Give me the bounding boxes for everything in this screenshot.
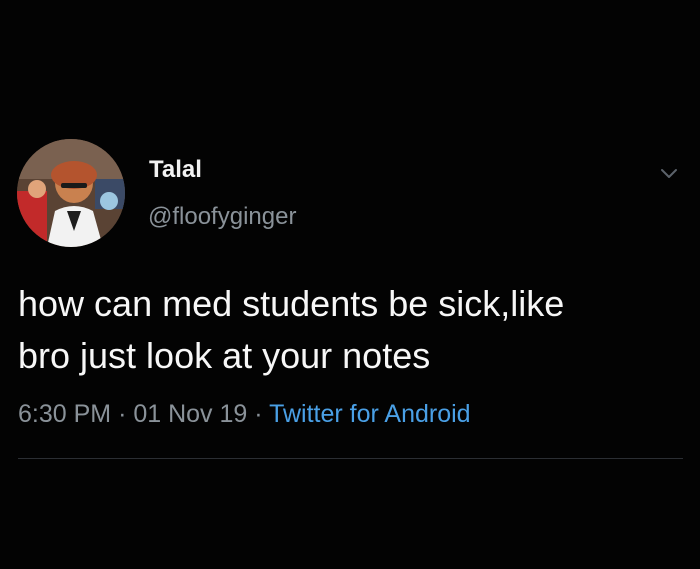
tweet-time[interactable]: 6:30 PM — [18, 400, 111, 428]
chevron-down-icon[interactable] — [654, 158, 684, 188]
tweet-source-link[interactable]: Twitter for Android — [269, 400, 470, 428]
avatar-image — [17, 139, 125, 247]
user-handle[interactable]: @floofyginger — [148, 203, 296, 231]
tweet-text-line: bro just look at your notes — [18, 335, 431, 376]
tweet-meta: 6:30 PM · 01 Nov 19 · Twitter for Androi… — [18, 400, 471, 429]
tweet-text: how can med students be sick,like bro ju… — [18, 278, 688, 382]
meta-separator: · — [118, 400, 127, 428]
meta-separator: · — [254, 400, 263, 428]
avatar[interactable] — [17, 139, 125, 247]
tweet-text-line: how can med students be sick,like — [18, 283, 565, 324]
divider — [18, 458, 683, 459]
tweet-card: Talal @floofyginger how can med students… — [0, 0, 700, 569]
display-name[interactable]: Talal — [149, 156, 202, 184]
tweet-date[interactable]: 01 Nov 19 — [133, 400, 247, 428]
